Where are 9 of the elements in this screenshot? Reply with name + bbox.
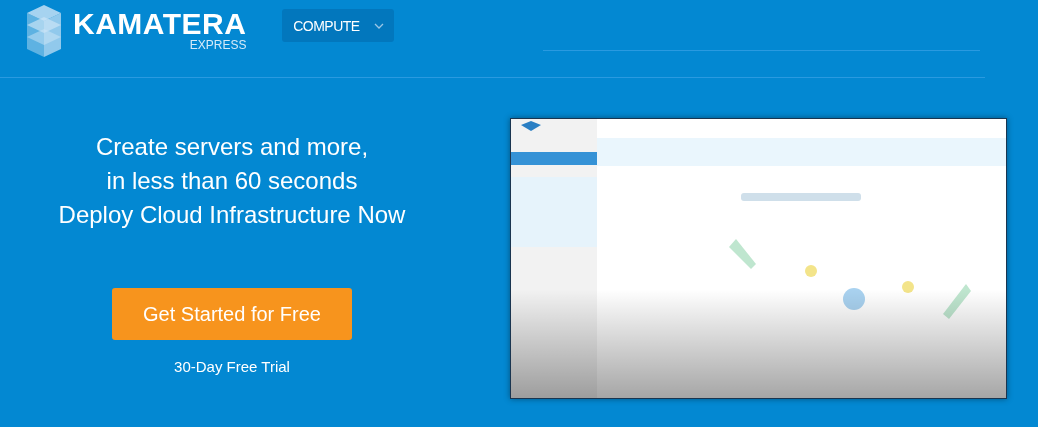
logo-tagline: EXPRESS: [189, 39, 247, 52]
headline-line: Deploy Cloud Infrastructure Now: [58, 200, 406, 230]
trial-note: 30-Day Free Trial: [174, 358, 290, 375]
headline-line: in less than 60 seconds: [106, 166, 358, 196]
chevron-icon: [373, 22, 384, 29]
logo-icon: [25, 2, 63, 59]
headline-line: Create servers and more,: [95, 132, 369, 162]
logo-wordmark: KAMATERA: [73, 9, 247, 39]
compute-dropdown[interactable]: COMPUTE: [282, 9, 395, 42]
